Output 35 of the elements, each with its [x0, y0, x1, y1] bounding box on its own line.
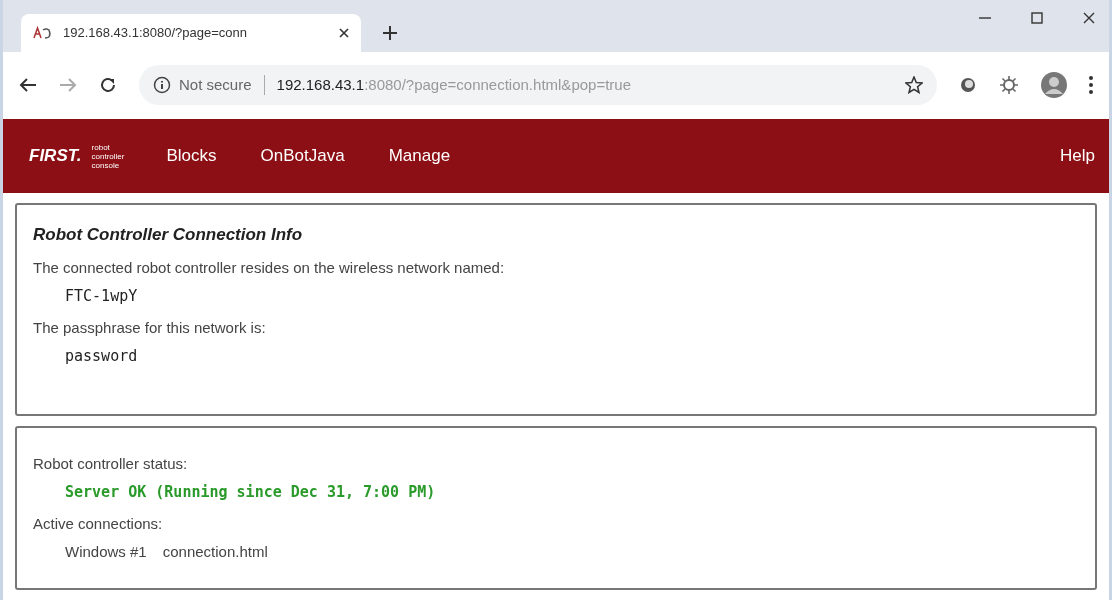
browser-tab[interactable]: 192.168.43.1:8080/?page=conn [21, 13, 361, 52]
gear-icon[interactable] [999, 75, 1019, 96]
new-tab-icon[interactable] [383, 25, 397, 40]
reload-icon[interactable] [99, 76, 117, 95]
star-icon[interactable] [905, 76, 923, 95]
tab-title: 192.168.43.1:8080/?page=conn [63, 23, 248, 42]
field-value: FTC-1wpY [64, 286, 139, 307]
field-label: The connected robot controller resides on the wireless network named: [33, 258, 506, 278]
info-icon [153, 76, 171, 95]
divider [263, 75, 265, 96]
field-label: The passphrase for this network is: [33, 318, 267, 338]
security-label: Not secure [179, 75, 252, 96]
circle-icon[interactable] [959, 76, 977, 95]
field-value: password [64, 346, 139, 367]
logo-subtitle: robot controller console [91, 142, 125, 170]
close-icon[interactable] [339, 27, 349, 38]
card-title: Robot Controller Connection Info [33, 223, 304, 246]
page-icon [33, 25, 53, 40]
close-icon[interactable] [1083, 12, 1095, 24]
field-label: Robot controller status: [33, 454, 189, 474]
logo: FIRST. [29, 145, 82, 168]
nav-link[interactable]: Blocks [166, 143, 217, 169]
menu-icon[interactable] [1089, 76, 1093, 95]
nav-link[interactable]: Manage [388, 143, 451, 169]
field-label: Active connections: [33, 514, 164, 534]
status-text: Server OK (Running since Dec 31, 7:00 PM) [64, 482, 437, 503]
connection-page: connection.html [162, 542, 268, 562]
url-text: 192.168.43.1:8080/?page=connection.html&pop=true [276, 75, 632, 96]
back-icon[interactable] [19, 77, 37, 94]
maximize-icon[interactable] [1031, 12, 1043, 24]
connection-window: Windows #1 [65, 540, 147, 564]
nav-link[interactable]: OnBotJava [260, 143, 345, 169]
avatar-icon[interactable] [1041, 72, 1067, 99]
nav-link[interactable]: Help [1060, 143, 1095, 169]
address-bar[interactable]: Not secure 192.168.43.1:8080/?page=connection.html&pop=true [139, 65, 937, 106]
